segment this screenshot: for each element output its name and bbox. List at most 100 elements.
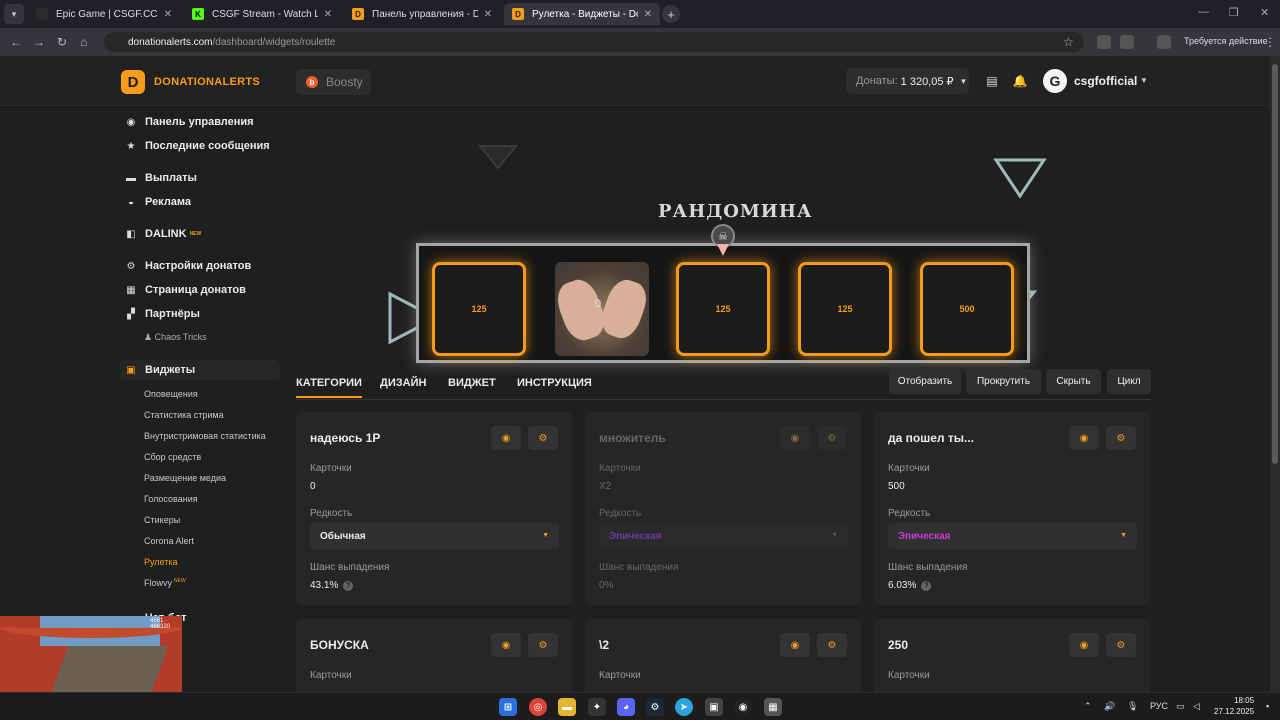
url-input[interactable]: donationalerts.com/dashboard/widgets/rou… <box>104 32 1084 52</box>
widget-item[interactable]: Сбор средств <box>144 452 201 462</box>
docs-icon[interactable]: ▤ <box>985 74 999 88</box>
sidebar-sub-chaos-tricks[interactable]: ♟ Chaos Tricks <box>144 332 207 343</box>
window-app-icon[interactable]: ▣ <box>705 698 723 716</box>
sidebar-item-dashboard[interactable]: ◉ Панель управления <box>120 112 254 132</box>
widget-item-roulette[interactable]: Рулетка <box>144 557 178 567</box>
language-indicator[interactable]: РУС <box>1150 701 1168 711</box>
profile-icon[interactable] <box>1157 35 1171 49</box>
reload-icon[interactable]: ↻ <box>57 35 67 49</box>
notifications-icon[interactable]: ▪ <box>1266 701 1269 711</box>
eye-icon[interactable]: ◉ <box>780 633 810 657</box>
rarity-select[interactable]: Обычная ▼ <box>310 523 559 549</box>
volume-icon[interactable]: ◁ <box>1193 701 1200 712</box>
folder-icon[interactable]: ▬ <box>558 698 576 716</box>
steam-icon[interactable]: ⚙ <box>646 698 664 716</box>
eye-icon[interactable]: ◉ <box>1069 633 1099 657</box>
close-tab-icon[interactable]: ✕ <box>164 9 172 20</box>
spin-button[interactable]: Прокрутить <box>966 369 1041 394</box>
speaker-icon[interactable]: 🔊 <box>1104 701 1115 712</box>
eye-icon[interactable]: ◉ <box>1069 426 1099 450</box>
tab-search-icon[interactable]: ▾ <box>4 4 24 24</box>
new-tab-icon[interactable]: + <box>662 5 680 23</box>
obs-icon[interactable]: ◉ <box>734 698 752 716</box>
extensions-puzzle-icon[interactable] <box>1120 35 1134 49</box>
tray-chevron-icon[interactable]: ⌃ <box>1084 701 1092 712</box>
tab-design[interactable]: ДИЗАЙН <box>380 377 426 389</box>
widget-item[interactable]: Внутристримовая статистика <box>144 431 266 441</box>
close-tab-icon[interactable]: ✕ <box>644 9 652 20</box>
gear-icon[interactable]: ⚙ <box>817 426 847 450</box>
gear-icon[interactable]: ⚙ <box>528 426 558 450</box>
help-icon[interactable]: ? <box>921 580 932 591</box>
sidebar-item-donation-page[interactable]: ▦ Страница донатов <box>120 280 246 300</box>
sidebar-item-donation-settings[interactable]: ⚙ Настройки донатов <box>120 256 252 276</box>
tab-categories[interactable]: КАТЕГОРИИ <box>296 377 362 398</box>
clock[interactable]: 18:05 27.12.2025 <box>1214 695 1254 717</box>
gear-icon[interactable]: ⚙ <box>1106 633 1136 657</box>
hide-button[interactable]: Скрыть <box>1046 369 1101 394</box>
extension-icon[interactable] <box>1097 35 1111 49</box>
help-icon[interactable]: ? <box>343 580 354 591</box>
gear-icon[interactable]: ⚙ <box>1106 426 1136 450</box>
show-button[interactable]: Отобразить <box>889 369 961 394</box>
sidebar-item-partners[interactable]: ▞ Партнёры <box>120 304 200 324</box>
widget-item[interactable]: Стикеры <box>144 515 180 525</box>
eye-icon[interactable]: ◉ <box>780 426 810 450</box>
minimize-icon[interactable]: — <box>1198 6 1209 18</box>
sidebar-item-messages[interactable]: ★ Последние сообщения <box>120 136 270 156</box>
gear-icon[interactable]: ⚙ <box>528 633 558 657</box>
brand-name[interactable]: DONATIONALERTS <box>154 76 260 88</box>
eye-icon[interactable]: ◉ <box>491 633 521 657</box>
app-icon[interactable]: ✦ <box>588 698 606 716</box>
widget-item[interactable]: Corona Alert <box>144 536 194 546</box>
discord-icon[interactable]: ◕ <box>617 698 635 716</box>
network-icon[interactable]: ▭ <box>1176 701 1185 712</box>
donations-balance[interactable]: Донаты: 1 320,05 ₽ ▼ <box>846 68 969 94</box>
rarity-select[interactable]: Эпическая ▼ <box>888 523 1137 549</box>
username[interactable]: csgfofficial <box>1074 74 1137 88</box>
home-icon[interactable]: ⌂ <box>80 35 87 49</box>
sidebar-item-dalink[interactable]: ◧ DALINK NEW <box>120 224 201 244</box>
tab-widget[interactable]: ВИДЖЕТ <box>448 377 496 389</box>
forward-icon[interactable]: → <box>33 35 45 49</box>
page-scrollbar[interactable] <box>1270 56 1280 692</box>
sidebar-item-widgets[interactable]: ▣ Виджеты <box>120 360 280 380</box>
menu-icon[interactable]: ⋮ <box>1264 35 1276 49</box>
close-tab-icon[interactable]: ✕ <box>324 9 332 20</box>
widget-item[interactable]: Статистика стрима <box>144 410 224 420</box>
widget-item[interactable]: Голосования <box>144 494 198 504</box>
bookmark-star-icon[interactable]: ☆ <box>1063 35 1074 49</box>
telegram-icon[interactable]: ➤ <box>675 698 693 716</box>
cycle-button[interactable]: Цикл <box>1107 369 1151 394</box>
chrome-icon[interactable]: ◎ <box>529 698 547 716</box>
browser-tab[interactable]: D Панель управления - Donatio ✕ <box>344 3 500 25</box>
widget-item[interactable]: Размещение медиа <box>144 473 226 483</box>
bell-icon[interactable]: 🔔 <box>1013 74 1028 88</box>
widget-item-flowvy[interactable]: Flowvy NEW <box>144 578 186 588</box>
eye-icon[interactable]: ◉ <box>491 426 521 450</box>
browser-tab[interactable]: Epic Game | CSGF.CC ✕ <box>28 3 180 25</box>
avatar[interactable]: G <box>1043 69 1067 93</box>
close-tab-icon[interactable]: ✕ <box>484 9 492 20</box>
widget-item[interactable]: Оповещения <box>144 389 198 399</box>
scrollbar-thumb[interactable] <box>1272 64 1278 464</box>
boosty-button[interactable]: b Boosty <box>296 69 371 95</box>
back-icon[interactable]: ← <box>10 35 22 49</box>
tab-instruction[interactable]: ИНСТРУКЦИЯ <box>517 377 592 389</box>
roulette-strip: 125 0 125 125 500 <box>416 243 1030 363</box>
maximize-icon[interactable]: ❐ <box>1229 6 1239 19</box>
sidebar-item-payouts[interactable]: ▬ Выплаты <box>120 168 197 188</box>
da-logo-icon[interactable]: D <box>121 70 145 94</box>
user-menu-chevron-icon[interactable]: ▼ <box>1140 76 1148 85</box>
microphone-icon[interactable]: 🎙 <box>1127 701 1138 712</box>
account-status[interactable]: Требуется действие <box>1184 36 1268 46</box>
close-window-icon[interactable]: ✕ <box>1260 6 1269 19</box>
browser-tab-active[interactable]: D Рулетка - Виджеты - Donational ✕ <box>504 3 660 25</box>
browser-tab[interactable]: K CSGF Stream - Watch Live on K ✕ <box>184 3 340 25</box>
gear-icon[interactable]: ⚙ <box>817 633 847 657</box>
start-icon[interactable]: ⊞ <box>499 698 517 716</box>
sidebar-item-ads[interactable]: ◒ Реклама <box>120 192 191 212</box>
calculator-icon[interactable]: ▦ <box>764 698 782 716</box>
rarity-select[interactable]: Эпическая ▼ <box>599 523 848 549</box>
boosty-icon: b <box>306 76 318 88</box>
